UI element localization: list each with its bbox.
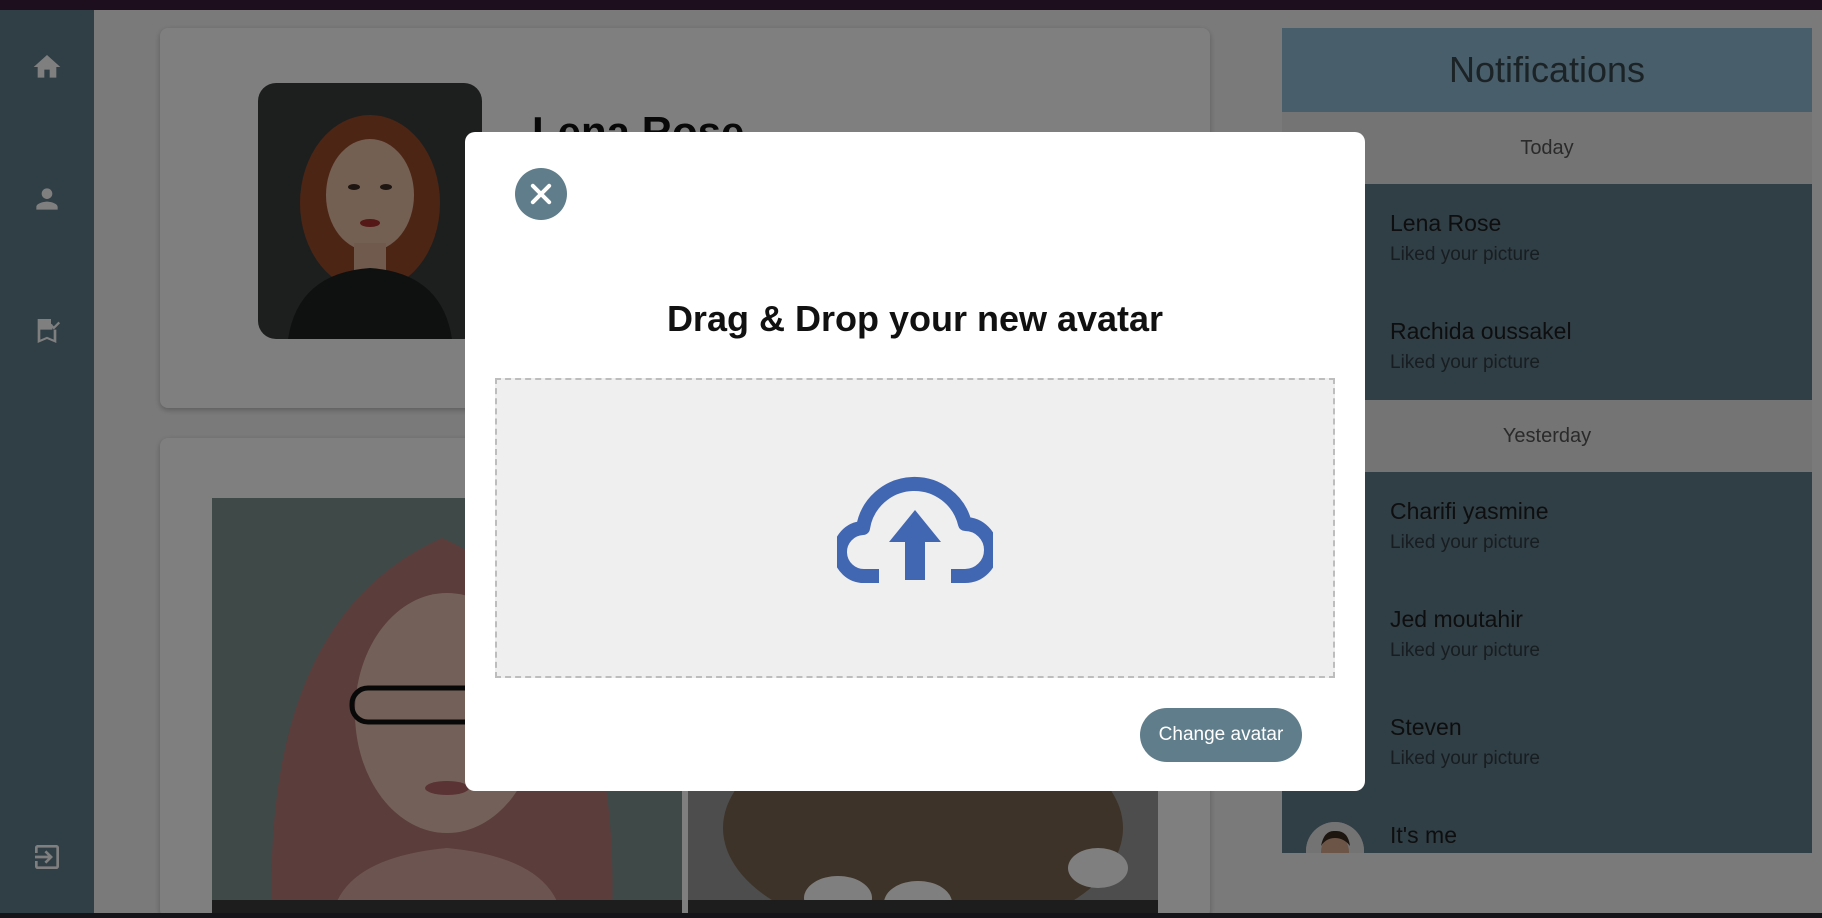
change-avatar-modal: Drag & Drop your new avatar Change avata… [465, 132, 1365, 791]
modal-title: Drag & Drop your new avatar [666, 298, 1164, 339]
close-button[interactable] [515, 168, 567, 220]
change-avatar-button[interactable]: Change avatar [1140, 708, 1302, 762]
cloud-upload-icon [837, 476, 993, 583]
avatar-dropzone[interactable] [495, 378, 1335, 678]
close-icon [530, 183, 552, 205]
